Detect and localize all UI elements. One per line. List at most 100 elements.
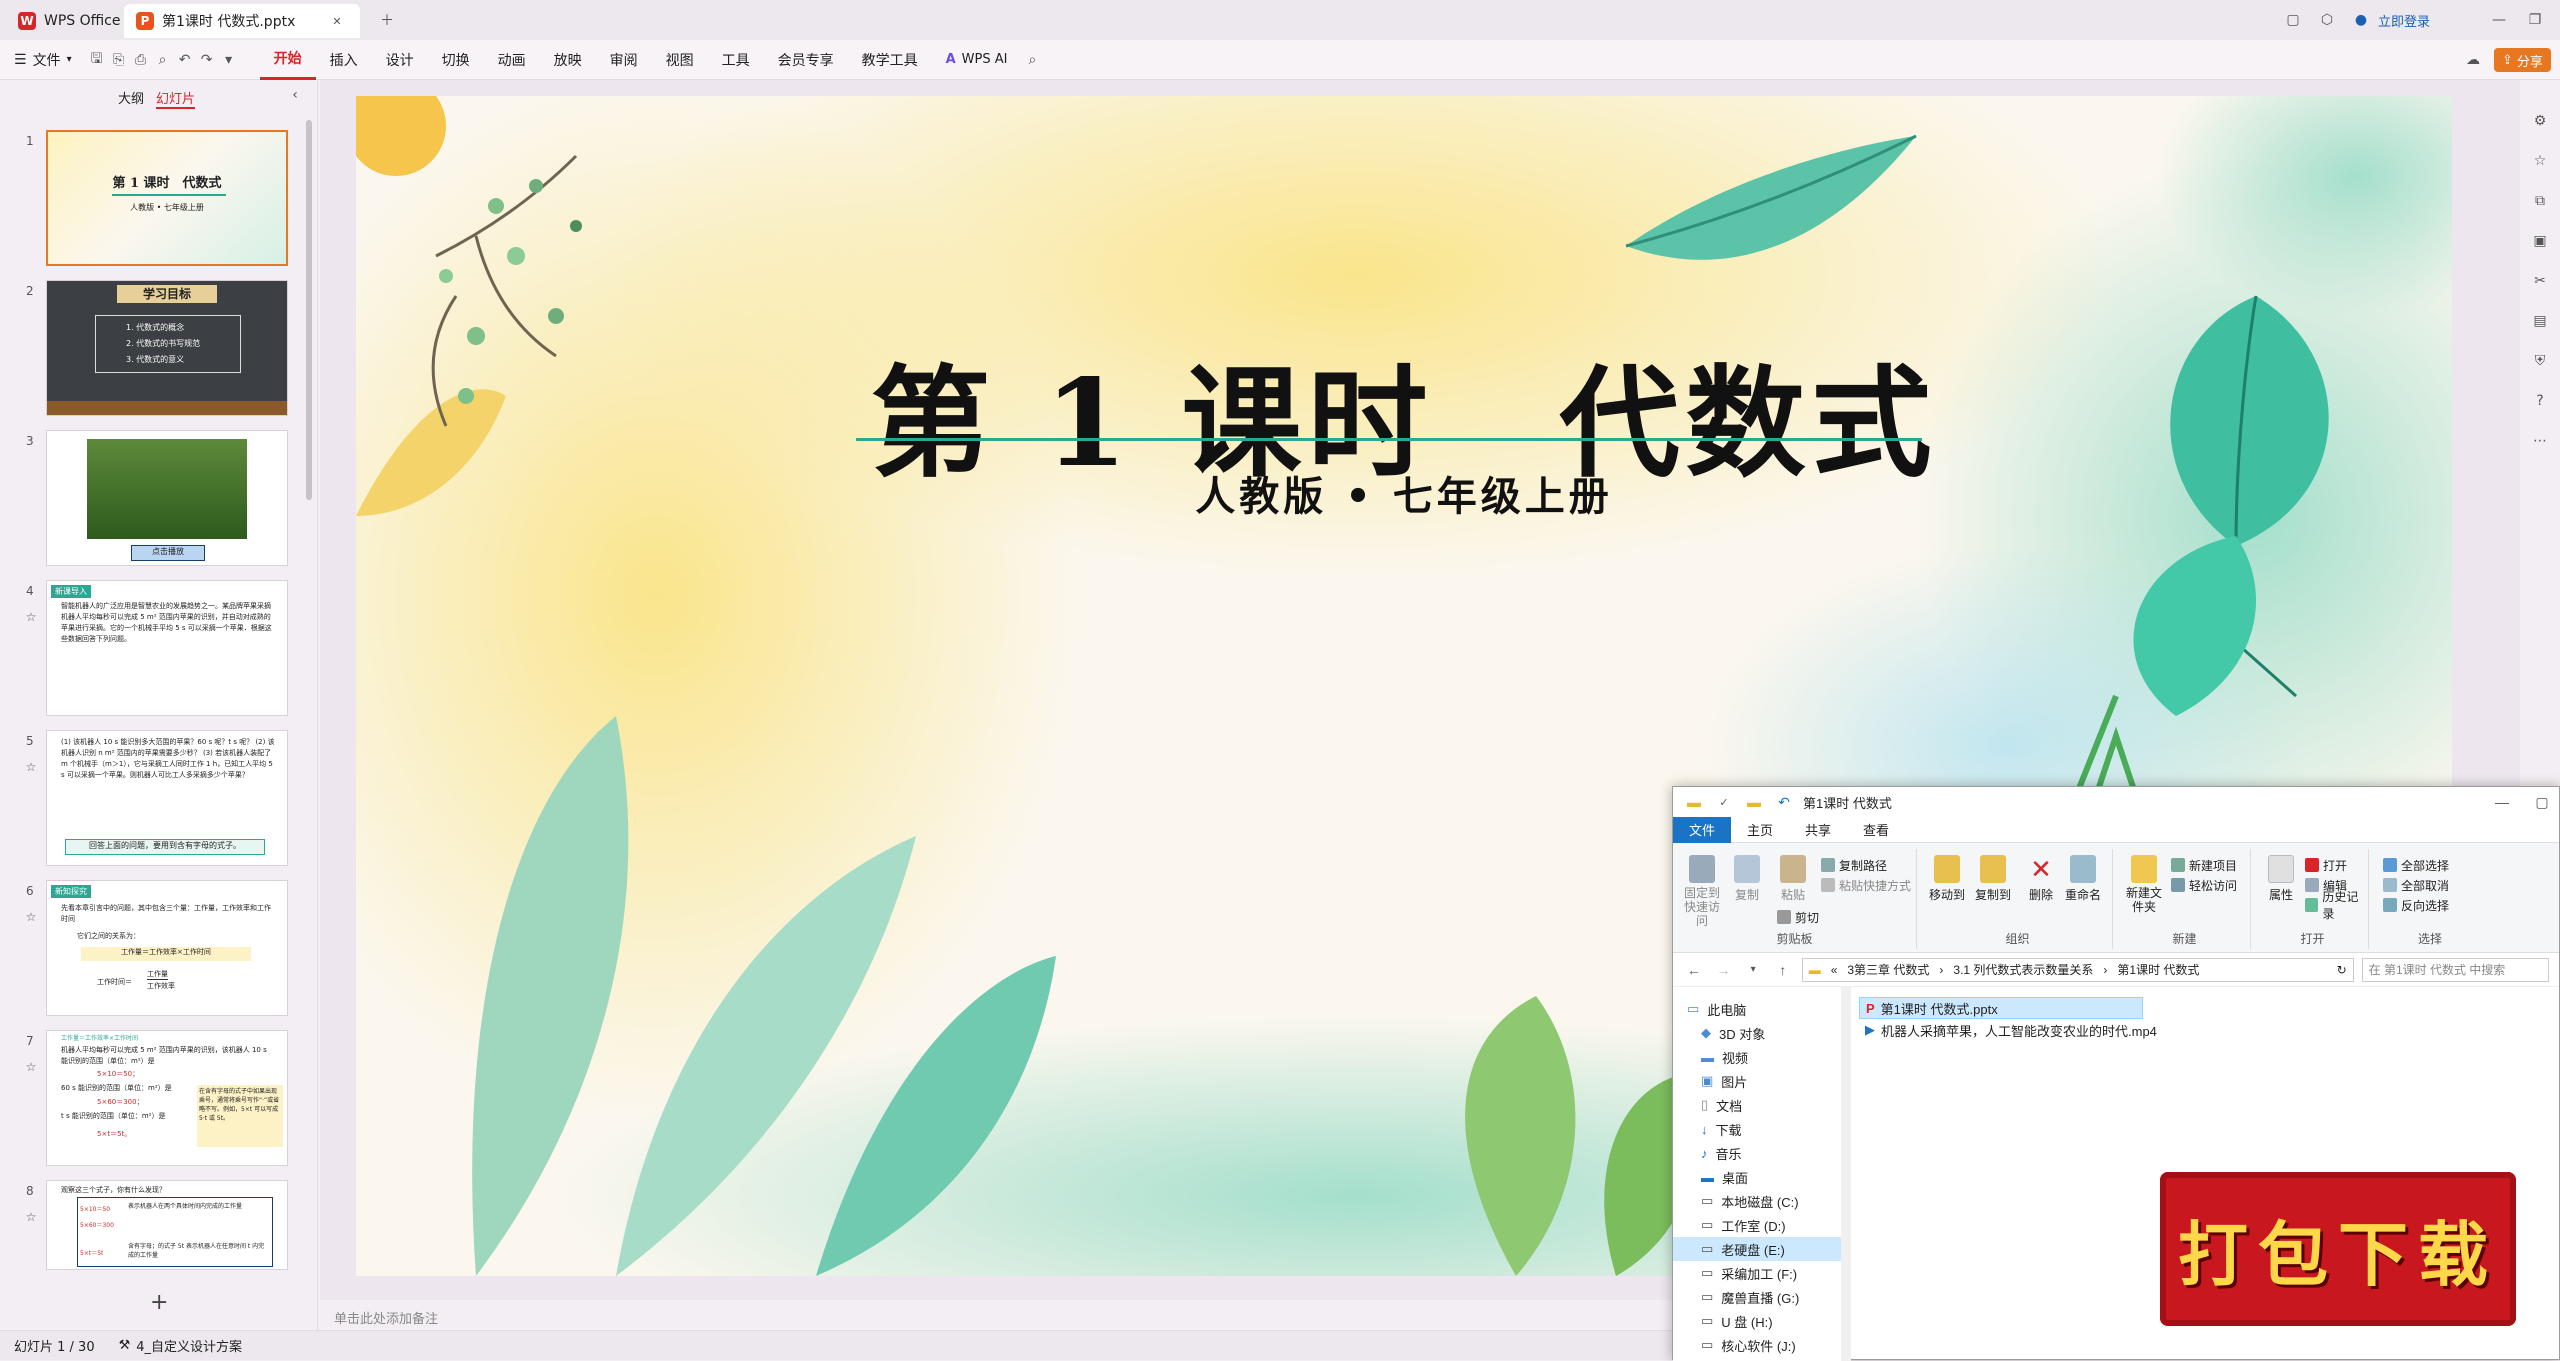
easy-access-button[interactable]: 轻松访问 [2171, 875, 2237, 895]
image-icon[interactable]: ▣ [2529, 230, 2551, 252]
recent-icon[interactable]: ▾ [1742, 959, 1764, 981]
menu-tools[interactable]: 工具 [708, 40, 764, 80]
book-icon[interactable]: ▤ [2529, 310, 2551, 332]
tab-file[interactable]: 文件 [1673, 816, 1732, 843]
select-none-button[interactable]: 全部取消 [2383, 875, 2449, 895]
download-package-button[interactable]: 打包下载 [2160, 1172, 2516, 1326]
copy-path-button[interactable]: 复制路径 [1821, 855, 1887, 875]
breadcrumb-item[interactable]: 第1课时 代数式 [2117, 961, 2199, 978]
tab-view[interactable]: 查看 [1847, 817, 1905, 843]
copy-icon[interactable]: ⧉ [2529, 190, 2551, 212]
search-icon[interactable]: ⌕ [1021, 49, 1043, 71]
history-button[interactable]: 历史记录 [2305, 890, 2368, 921]
nav-scrollbar[interactable] [1841, 987, 1851, 1361]
file-menu[interactable]: ☰ 文件 ▾ [0, 40, 86, 80]
forward-icon[interactable]: → [1713, 959, 1735, 981]
paste-shortcut-button[interactable]: 粘贴快捷方式 [1821, 875, 1911, 895]
tab-wps-home[interactable]: W WPS Office [6, 4, 133, 38]
settings-icon[interactable]: ⚙ [2529, 110, 2551, 132]
nav-videos[interactable]: ▬ 视频 [1673, 1045, 1850, 1069]
menu-insert[interactable]: 插入 [316, 40, 372, 80]
paste-button[interactable]: 粘贴 [1771, 855, 1815, 903]
search-field[interactable]: 在 第1课时 代数式 中搜索 [2361, 957, 2549, 982]
shield-icon[interactable]: ⛨ [2529, 350, 2551, 372]
undo-icon[interactable]: ↶ [174, 49, 196, 71]
new-folder-icon[interactable]: ▬ [1743, 791, 1765, 813]
menu-review[interactable]: 审阅 [596, 40, 652, 80]
preview-icon[interactable]: ⌕ [152, 49, 174, 71]
maximize-icon[interactable]: ❐ [2524, 9, 2546, 31]
menu-home[interactable]: 开始 [259, 40, 316, 80]
new-tab-icon[interactable]: ＋ [376, 9, 398, 31]
star-icon[interactable]: ☆ [2529, 150, 2551, 172]
select-all-button[interactable]: 全部选择 [2383, 855, 2449, 875]
star-icon[interactable]: ☆ [20, 756, 42, 778]
tab-outline[interactable]: 大纲 [118, 88, 144, 107]
nav-music[interactable]: ♪ 音乐 [1673, 1141, 1850, 1165]
move-to-button[interactable]: 移动到 [1925, 855, 1969, 903]
undo-icon[interactable]: ↶ [1773, 791, 1795, 813]
nav-drive-j[interactable]: ▭ 核心软件 (J:) [1673, 1333, 1850, 1357]
wps-ai-button[interactable]: A WPS AI [932, 40, 1022, 80]
minimize-icon[interactable]: — [2488, 9, 2510, 31]
pin-quick-access-button[interactable]: 固定到快速访问 [1679, 855, 1725, 928]
properties-button[interactable]: 属性 [2259, 855, 2303, 903]
nav-3d-objects[interactable]: ◆ 3D 对象 [1673, 1021, 1850, 1045]
copy-to-button[interactable]: 复制到 [1971, 855, 2015, 903]
close-icon[interactable]: ✕ [326, 10, 348, 32]
nav-drive-d[interactable]: ▭ 工作室 (D:) [1673, 1213, 1850, 1237]
tools-icon[interactable]: ✂ [2529, 270, 2551, 292]
layout-icon[interactable]: ▢ [2282, 9, 2304, 31]
menu-animation[interactable]: 动画 [484, 40, 540, 80]
slide-thumb-2[interactable]: 学习目标 1. 代数式的概念 2. 代数式的书写规范 3. 代数式的意义 [46, 280, 288, 416]
slide-thumb-5[interactable]: (1) 该机器人 10 s 能识别多大范围的苹果？60 s 呢？t s 呢？ (… [46, 730, 288, 866]
redo-icon[interactable]: ↷ [196, 49, 218, 71]
menu-transition[interactable]: 切换 [428, 40, 484, 80]
print-icon[interactable]: ⎙ [130, 49, 152, 71]
menu-design[interactable]: 设计 [372, 40, 428, 80]
nav-drive-g[interactable]: ▭ 魔兽直播 (G:) [1673, 1285, 1850, 1309]
slide-thumb-4[interactable]: 新课导入 智能机器人的广泛应用是智慧农业的发展趋势之一。某品牌苹果采摘机器人平均… [46, 580, 288, 716]
new-item-button[interactable]: 新建项目 [2171, 855, 2237, 875]
file-row-pptx[interactable]: P 第1课时 代数式.pptx [1859, 997, 2143, 1019]
tab-share[interactable]: 共享 [1789, 817, 1847, 843]
more-icon[interactable]: ⋯ [2529, 430, 2551, 452]
menu-view[interactable]: 视图 [652, 40, 708, 80]
share-button[interactable]: ⇪ 分享 [2494, 48, 2551, 72]
login-button[interactable]: ● 立即登录 [2350, 9, 2430, 31]
delete-button[interactable]: ✕ 删除 [2019, 855, 2063, 903]
help-icon[interactable]: ? [2529, 390, 2551, 412]
file-row-mp4[interactable]: ▶ 机器人采摘苹果，人工智能改变农业的时代.mp4 [1859, 1019, 2549, 1041]
panel-scrollbar[interactable] [306, 120, 312, 500]
nav-documents[interactable]: ▯ 文档 [1673, 1093, 1850, 1117]
nav-drive-h[interactable]: ▭ U 盘 (H:) [1673, 1309, 1850, 1333]
nav-drive-c[interactable]: ▭ 本地磁盘 (C:) [1673, 1189, 1850, 1213]
refresh-icon[interactable]: ↻ [2337, 963, 2353, 977]
invert-selection-button[interactable]: 反向选择 [2383, 895, 2449, 915]
back-icon[interactable]: ← [1683, 959, 1705, 981]
breadcrumb-item[interactable]: 3.1 列代数式表示数量关系 [1953, 961, 2093, 978]
maximize-icon[interactable]: ▢ [2531, 791, 2553, 813]
nav-pictures[interactable]: ▣ 图片 [1673, 1069, 1850, 1093]
star-icon[interactable]: ☆ [20, 1056, 42, 1078]
breadcrumb-item[interactable]: 3第三章 代数式 [1847, 961, 1929, 978]
collapse-panel-icon[interactable]: ‹ [284, 84, 306, 106]
properties-icon[interactable]: ✓ [1713, 791, 1735, 813]
nav-downloads[interactable]: ↓ 下载 [1673, 1117, 1850, 1141]
cube-icon[interactable]: ⬡ [2316, 9, 2338, 31]
cut-button[interactable]: 剪切 [1777, 907, 1819, 927]
tab-document[interactable]: P 第1课时 代数式.pptx ✕ [124, 4, 360, 38]
menu-member[interactable]: 会员专享 [764, 40, 848, 80]
export-icon[interactable]: ⎘ [108, 49, 130, 71]
copy-button[interactable]: 复制 [1725, 855, 1769, 903]
menu-slideshow[interactable]: 放映 [540, 40, 596, 80]
menu-teaching[interactable]: 教学工具 [848, 40, 932, 80]
slide-thumb-3[interactable]: 点击播放 [46, 430, 288, 566]
slide-thumb-8[interactable]: 观察这三个式子，你有什么发现？ 5×10＝50 5×60＝300 5×t＝5t … [46, 1180, 288, 1270]
slide-thumb-6[interactable]: 新知探究 先看本章引言中的问题，其中包含三个量：工作量，工作效率和工作时间 它们… [46, 880, 288, 1016]
slide-subtitle[interactable]: 人教版 • 七年级上册 [356, 464, 2452, 522]
minimize-icon[interactable]: — [2491, 791, 2513, 813]
add-slide-button[interactable]: + [150, 1290, 168, 1315]
star-icon[interactable]: ☆ [20, 606, 42, 628]
slide-thumb-1[interactable]: 第 1 课时 代数式 人教版 • 七年级上册 [46, 130, 288, 266]
